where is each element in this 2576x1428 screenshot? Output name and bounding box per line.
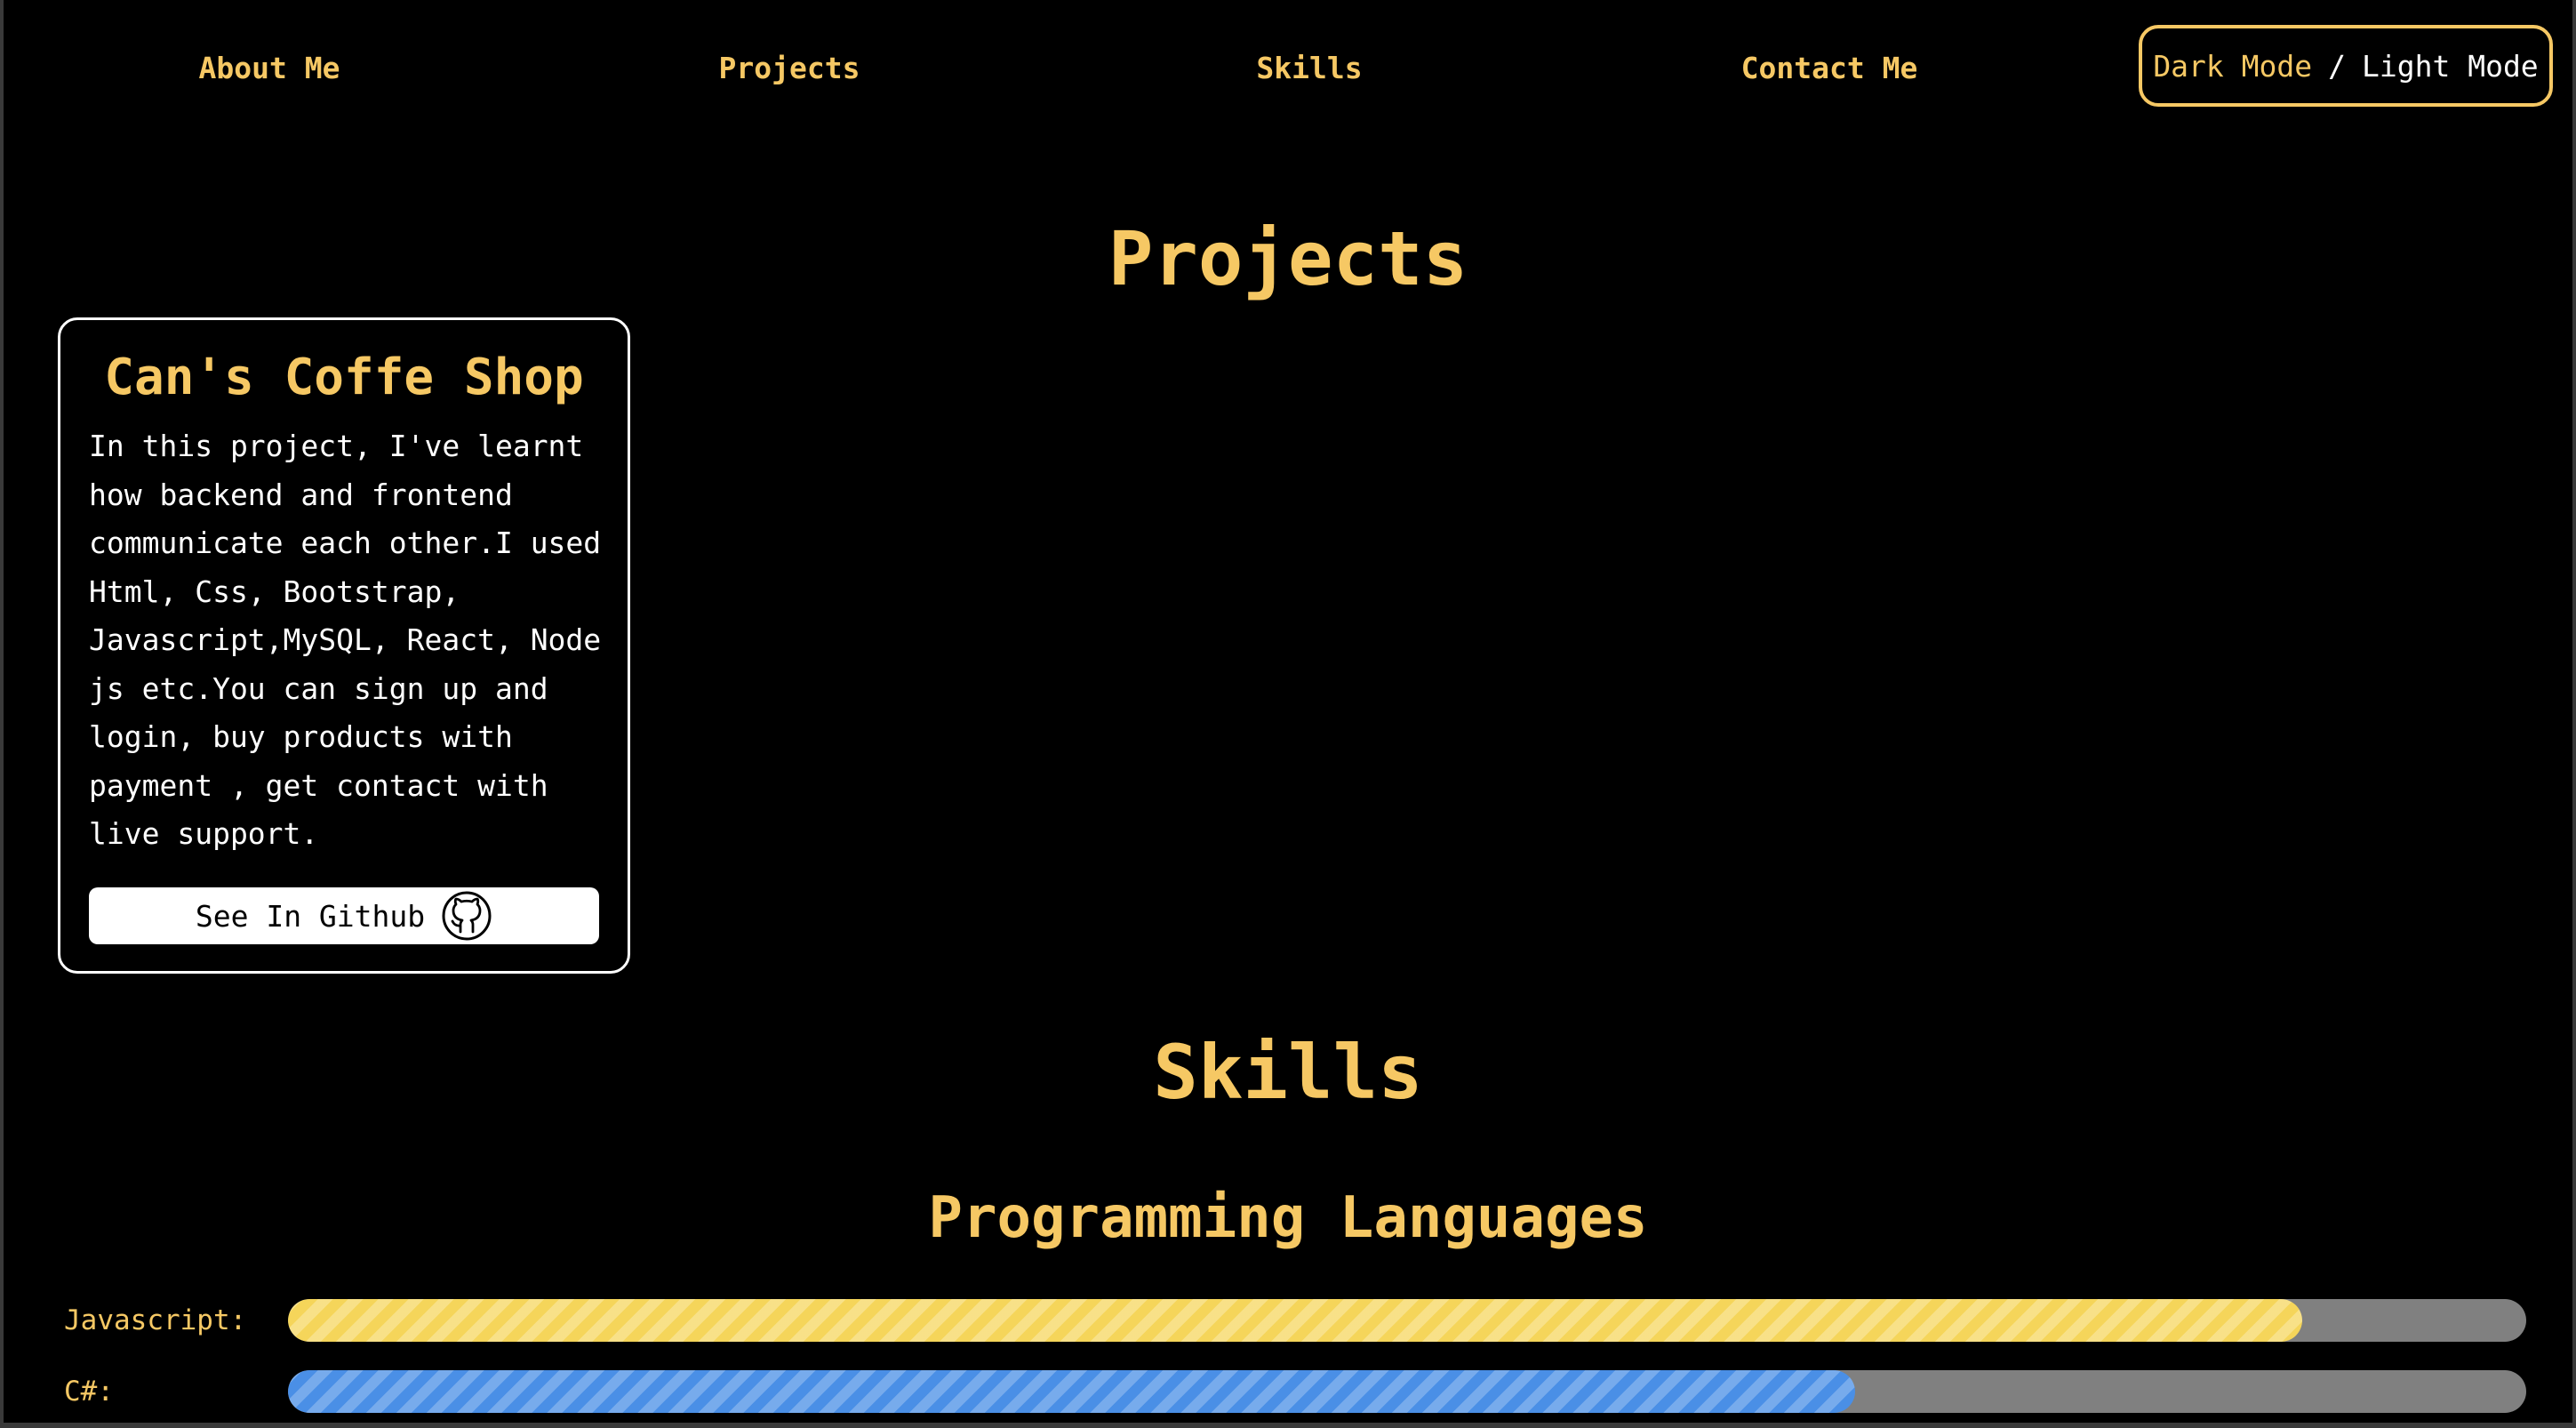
skill-label: Javascript: (64, 1304, 247, 1336)
programming-languages-heading: Programming Languages (928, 1185, 1648, 1251)
light-mode-label[interactable]: Light Mode (2362, 49, 2539, 84)
project-description: In this project, I've learnt how backend… (89, 429, 602, 851)
theme-toggle-button[interactable]: Dark Mode / Light Mode (2139, 25, 2553, 107)
projects-heading: Projects (1108, 215, 1468, 302)
nav-about-me[interactable]: About Me (92, 46, 447, 91)
github-button-label: See In Github (195, 898, 426, 934)
nav-skills[interactable]: Skills (1132, 46, 1487, 91)
github-icon (442, 891, 492, 941)
see-in-github-button[interactable]: See In Github (89, 887, 599, 944)
skill-progress-fill (288, 1370, 1855, 1413)
project-card: Can's Coffe Shop In this project, I've l… (58, 317, 630, 974)
mode-separator: / (2328, 48, 2346, 84)
skill-label: C#: (64, 1376, 114, 1408)
skills-heading: Skills (1153, 1029, 1423, 1116)
skill-progress-fill (288, 1299, 2303, 1342)
nav-contact-me[interactable]: Contact Me (1652, 46, 2007, 91)
skill-progress-track (288, 1299, 2526, 1342)
nav-projects[interactable]: Projects (612, 46, 967, 91)
page: About Me Projects Skills Contact Me Dark… (4, 0, 2572, 1423)
dark-mode-label[interactable]: Dark Mode (2153, 49, 2312, 84)
project-title: Can's Coffe Shop (104, 349, 584, 406)
skill-progress-track (288, 1370, 2526, 1413)
